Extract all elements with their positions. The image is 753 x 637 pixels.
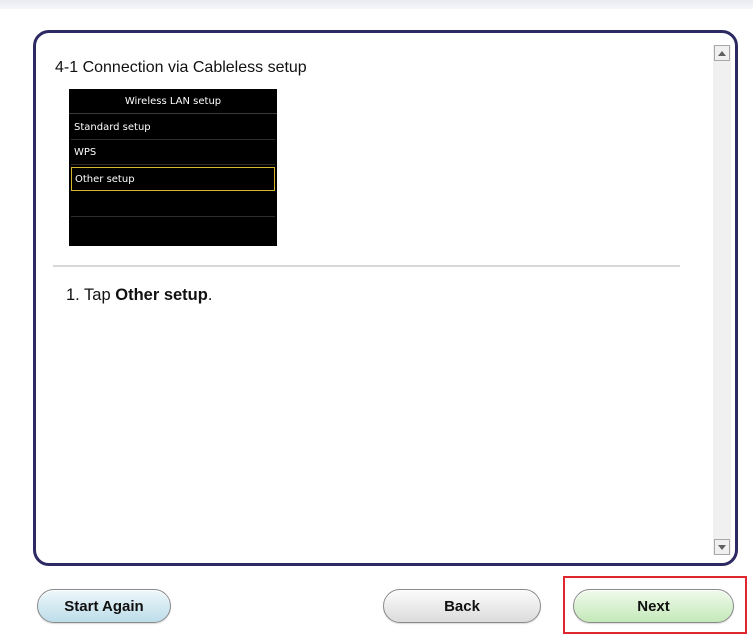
scroll-up-button[interactable] <box>714 45 730 61</box>
lcd-item-standard-setup: Standard setup <box>71 116 275 140</box>
step-title: 4-1 Connection via Cableless setup <box>55 59 307 76</box>
lcd-item-wps: WPS <box>71 141 275 165</box>
instruction-text: 1. Tap Other setup. <box>66 286 212 305</box>
instruction-bold: Other setup <box>115 286 208 304</box>
printer-lcd-screen: Wireless LAN setup Standard setup WPS Ot… <box>69 89 277 246</box>
back-button[interactable]: Back <box>383 589 541 623</box>
triangle-down-icon <box>718 544 726 550</box>
next-highlight-box <box>563 576 747 634</box>
scroll-down-button[interactable] <box>714 539 730 555</box>
lcd-empty-row <box>71 219 275 243</box>
divider <box>53 265 680 267</box>
start-again-button[interactable]: Start Again <box>37 589 171 623</box>
lcd-empty-row <box>71 193 275 217</box>
lcd-header: Wireless LAN setup <box>69 89 277 114</box>
scroll-content: 4-1 Connection via Cableless setup Wirel… <box>36 33 715 563</box>
top-strip <box>0 0 753 9</box>
instruction-prefix: 1. Tap <box>66 286 116 304</box>
instruction-suffix: . <box>207 286 213 304</box>
content-panel: 4-1 Connection via Cableless setup Wirel… <box>33 30 738 566</box>
vertical-scrollbar[interactable] <box>713 45 731 555</box>
triangle-up-icon <box>718 50 726 56</box>
lcd-item-other-setup: Other setup <box>71 167 275 191</box>
